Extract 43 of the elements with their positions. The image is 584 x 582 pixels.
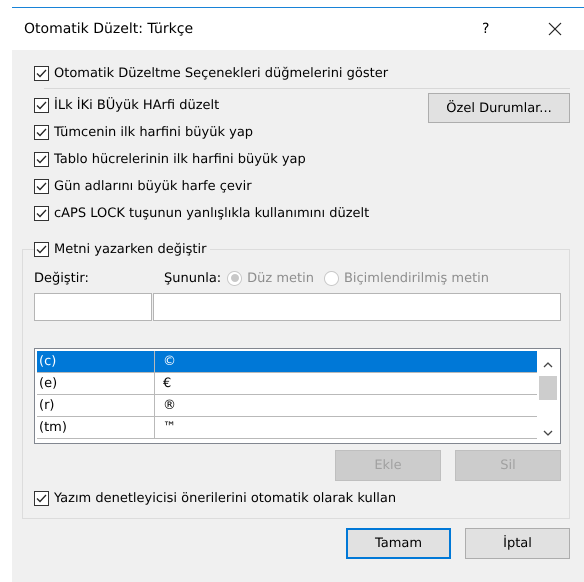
scroll-up-icon[interactable] [543, 362, 553, 368]
checkbox[interactable] [34, 491, 49, 506]
scroll-down-icon[interactable] [543, 430, 553, 436]
checkbox-label: Metni yazarken değiştir [54, 242, 206, 257]
checkbox-label: Gün adlarını büyük harfe çevir [54, 179, 252, 194]
checkbox[interactable] [34, 242, 49, 257]
close-icon[interactable] [548, 22, 562, 36]
replace-label: Değiştir: [34, 270, 90, 286]
list-row[interactable]: (r) ® [37, 395, 537, 417]
checkbox[interactable] [34, 125, 49, 140]
table-cell: (tm) [37, 417, 155, 438]
list-row[interactable]: (c) © [37, 351, 537, 373]
checkbox-label: Tümcenin ilk harfini büyük yap [54, 125, 254, 140]
window-title: Otomatik Düzelt: Türkçe [24, 21, 194, 37]
checkbox-label: Yazım denetleyicisi önerilerini otomatik olarak kullan [54, 491, 396, 506]
table-cell-text: ® [162, 398, 176, 413]
dialog-button[interactable]: İptal [465, 528, 570, 559]
with-label: Şununla: [164, 270, 222, 286]
checkbox[interactable] [34, 66, 49, 81]
list-row[interactable]: (e) € [37, 373, 537, 395]
exceptions-button[interactable]: Özel Durumlar... [428, 93, 570, 123]
table-cell: (e) [37, 373, 155, 394]
checkbox[interactable] [34, 98, 49, 113]
table-cell: (r) [37, 395, 155, 416]
checkbox-label: İLk İKi BÜyük HArfi düzelt [54, 98, 220, 113]
table-cell-text: ™ [162, 420, 176, 435]
checkbox-label: Tablo hücrelerinin ilk harfini büyük yap [54, 152, 306, 167]
checkbox[interactable] [34, 179, 49, 194]
table-cell-text: € [162, 376, 172, 391]
list-row[interactable]: (tm) ™ [37, 417, 537, 439]
radio-label: Düz metin [247, 270, 314, 286]
checkbox-label: Otomatik Düzeltme Seçenekleri düğmelerini göster [54, 66, 388, 81]
table-cell-text: © [162, 354, 176, 369]
help-button[interactable]: ? [482, 21, 502, 37]
checkbox-label: cAPS LOCK tuşunun yanlışlıkla kullanımını düzelt [54, 206, 370, 221]
table-cell: (c) [37, 351, 155, 372]
dialog-button[interactable]: Tamam [346, 528, 451, 559]
radio-label: Biçimlendirilmiş metin [344, 270, 490, 286]
with-field[interactable] [153, 293, 561, 321]
checkbox[interactable] [34, 206, 49, 221]
checkbox[interactable] [34, 152, 49, 167]
replace-field[interactable] [34, 293, 152, 321]
scroll-thumb[interactable] [539, 376, 557, 400]
